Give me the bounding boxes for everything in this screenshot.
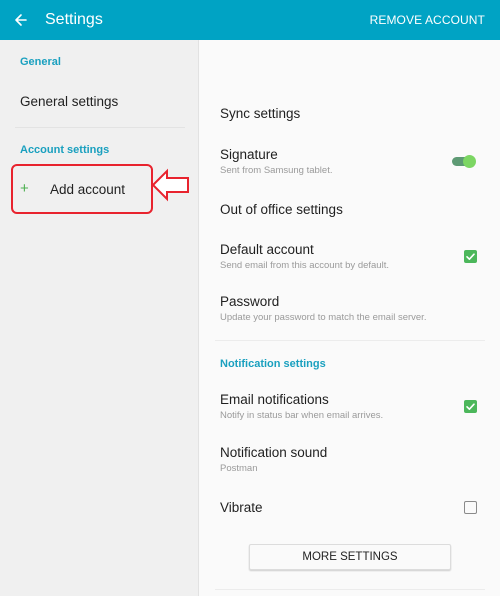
section-notification-settings: Notification settings (220, 358, 326, 370)
row-title: Default account (220, 242, 314, 257)
highlight-box (11, 164, 153, 214)
row-signature[interactable]: Signature Sent from Samsung tablet. (200, 140, 500, 182)
default-account-checkbox[interactable] (464, 250, 477, 263)
row-title: Notification sound (220, 445, 328, 460)
email-notifications-checkbox[interactable] (464, 400, 477, 413)
row-password[interactable]: Password Update your password to match t… (200, 288, 500, 330)
vibrate-checkbox[interactable] (464, 501, 477, 514)
row-title: Vibrate (220, 500, 263, 515)
row-subtitle: Notify in status bar when email arrives. (220, 410, 384, 421)
sidebar-item-general-settings[interactable]: General settings (20, 94, 118, 109)
row-notification-sound[interactable]: Notification sound Postman (200, 438, 500, 480)
sidebar: General General settings Account setting… (0, 40, 199, 596)
row-subtitle: Sent from Samsung tablet. (220, 165, 333, 176)
page-title: Settings (45, 11, 103, 28)
row-title: Sync settings (220, 106, 301, 121)
sidebar-divider (15, 127, 185, 128)
row-subtitle: Postman (220, 463, 258, 474)
sidebar-section-general: General (20, 56, 61, 68)
checkmark-icon (466, 253, 475, 260)
remove-account-button[interactable]: REMOVE ACCOUNT (370, 12, 485, 28)
toggle-thumb (463, 155, 476, 168)
more-settings-button[interactable]: MORE SETTINGS (249, 544, 451, 570)
row-subtitle: Update your password to match the email … (220, 312, 427, 323)
section-divider (215, 340, 485, 341)
row-out-of-office[interactable]: Out of office settings (200, 192, 500, 228)
row-vibrate[interactable]: Vibrate (200, 492, 500, 528)
row-subtitle: Send email from this account by default. (220, 260, 389, 271)
bottom-divider (215, 589, 485, 590)
app-bar: Settings REMOVE ACCOUNT (0, 0, 500, 40)
row-email-notifications[interactable]: Email notifications Notify in status bar… (200, 386, 500, 428)
sidebar-section-account-settings: Account settings (20, 144, 110, 156)
left-arrow-icon (151, 168, 189, 202)
row-title: Signature (220, 147, 278, 162)
settings-panel: Sync settings Signature Sent from Samsun… (200, 40, 500, 596)
row-title: Password (220, 294, 280, 309)
row-title: Email notifications (220, 392, 329, 407)
signature-toggle[interactable] (452, 155, 476, 168)
arrow-left-icon[interactable] (14, 10, 30, 30)
checkmark-icon (466, 403, 475, 410)
row-sync-settings[interactable]: Sync settings (200, 96, 500, 132)
row-title: Out of office settings (220, 202, 343, 217)
row-default-account[interactable]: Default account Send email from this acc… (200, 236, 500, 278)
